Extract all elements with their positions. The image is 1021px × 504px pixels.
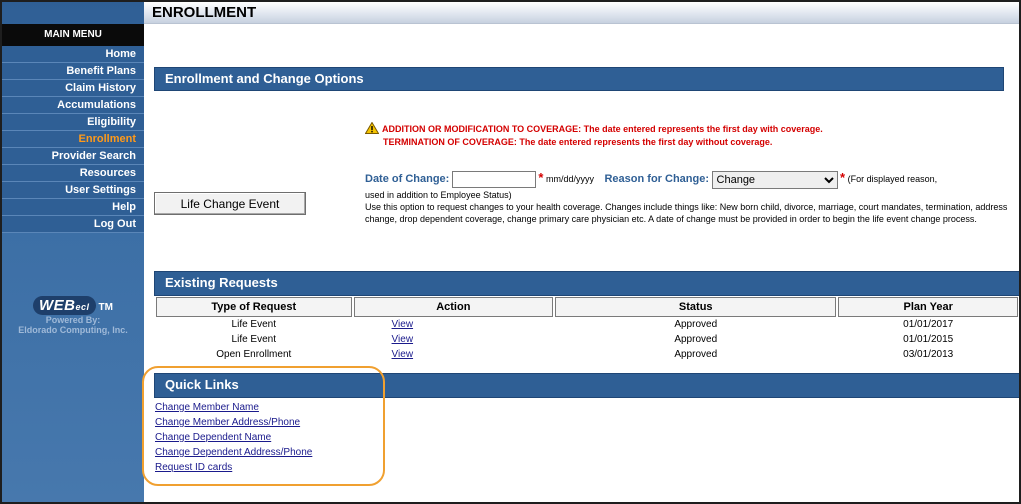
main-menu: Home Benefit Plans Claim History Accumul… — [2, 46, 144, 233]
logo-company: Eldorado Computing, Inc. — [18, 325, 128, 335]
reason-note-continued: used in addition to Employee Status) — [365, 190, 512, 200]
life-change-event-button[interactable]: Life Change Event — [154, 192, 306, 215]
request-status: Approved — [674, 334, 718, 345]
page-header: ENROLLMENT — [144, 2, 1019, 24]
required-star-icon: * — [840, 170, 846, 185]
required-star-icon: * — [538, 170, 544, 185]
sidebar-item-enrollment[interactable]: Enrollment — [2, 131, 144, 148]
request-type: Open Enrollment — [216, 349, 292, 360]
sidebar-item-help[interactable]: Help — [2, 199, 144, 216]
table-header-row: Type of Request Action Status Plan Year — [156, 297, 1018, 317]
sidebar-item-provider-search[interactable]: Provider Search — [2, 148, 144, 165]
sidebar: MAIN MENU Home Benefit Plans Claim Histo… — [2, 2, 144, 502]
column-header-action: Action — [353, 297, 554, 317]
request-action: View — [354, 317, 554, 332]
logo-trademark: TM — [98, 302, 113, 313]
request-plan-year: 01/01/2017 — [903, 319, 954, 330]
request-action: View — [354, 347, 554, 362]
view-link[interactable]: View — [392, 349, 414, 360]
life-event-description: Use this option to request changes to yo… — [365, 202, 1008, 224]
view-link[interactable]: View — [392, 334, 414, 345]
quick-links-highlight — [142, 366, 385, 486]
sidebar-item-eligibility[interactable]: Eligibility — [2, 114, 144, 131]
reason-for-change-select[interactable]: Change — [711, 170, 838, 189]
column-header-plan-year: Plan Year — [838, 297, 1018, 317]
main-menu-heading: MAIN MENU — [2, 24, 144, 46]
warning-termination-text: TERMINATION OF COVERAGE: The date entere… — [383, 137, 773, 147]
reason-note: (For displayed reason, — [847, 174, 938, 184]
date-format-hint: mm/dd/yyyy — [545, 174, 594, 184]
date-reason-row: Date of Change: * mm/dd/yyyy Reason for … — [365, 170, 1015, 189]
sidebar-item-benefit-plans[interactable]: Benefit Plans — [2, 63, 144, 80]
existing-requests-title: Existing Requests — [154, 271, 1019, 296]
request-plan-year: 01/01/2015 — [903, 334, 954, 345]
logo-mark: WEBecl — [33, 296, 96, 315]
page-title: ENROLLMENT — [152, 4, 257, 21]
logo-brand: WEB — [39, 297, 76, 314]
sidebar-item-user-settings[interactable]: User Settings — [2, 182, 144, 199]
warning-icon — [365, 122, 379, 134]
request-type: Life Event — [231, 319, 277, 330]
request-status: Approved — [674, 349, 718, 360]
request-action: View — [354, 332, 554, 347]
coverage-warning: ADDITION OR MODIFICATION TO COVERAGE: Th… — [365, 122, 965, 149]
logo-powered-by: Powered By: — [45, 315, 101, 325]
sidebar-item-resources[interactable]: Resources — [2, 165, 144, 182]
sidebar-item-accumulations[interactable]: Accumulations — [2, 97, 144, 114]
request-status: Approved — [674, 319, 718, 330]
app-window: MAIN MENU Home Benefit Plans Claim Histo… — [0, 0, 1021, 504]
request-plan-year: 03/01/2013 — [903, 349, 954, 360]
table-row: Life Event View Approved 01/01/2015 — [156, 332, 1018, 347]
view-link[interactable]: View — [392, 319, 414, 330]
life-event-instructions: used in addition to Employee Status) Use… — [365, 189, 1019, 225]
logo-brand-suffix: ecl — [75, 302, 90, 312]
webecl-logo: WEBecl TM Powered By: Eldorado Computing,… — [2, 296, 144, 335]
sidebar-item-home[interactable]: Home — [2, 46, 144, 63]
reason-for-change-label: Reason for Change: — [604, 173, 709, 185]
enrollment-section-title: Enrollment and Change Options — [154, 67, 1004, 91]
sidebar-item-claim-history[interactable]: Claim History — [2, 80, 144, 97]
existing-requests-table: Type of Request Action Status Plan Year … — [154, 297, 1019, 362]
date-of-change-label: Date of Change: — [365, 173, 450, 185]
sidebar-item-log-out[interactable]: Log Out — [2, 216, 144, 233]
date-of-change-input[interactable] — [451, 171, 536, 189]
warning-addition-text: ADDITION OR MODIFICATION TO COVERAGE: Th… — [382, 124, 823, 134]
column-header-type: Type of Request — [156, 297, 352, 317]
table-row: Open Enrollment View Approved 03/01/2013 — [156, 347, 1018, 362]
table-row: Life Event View Approved 01/01/2017 — [156, 317, 1018, 332]
request-type: Life Event — [231, 334, 277, 345]
column-header-status: Status — [555, 297, 837, 317]
